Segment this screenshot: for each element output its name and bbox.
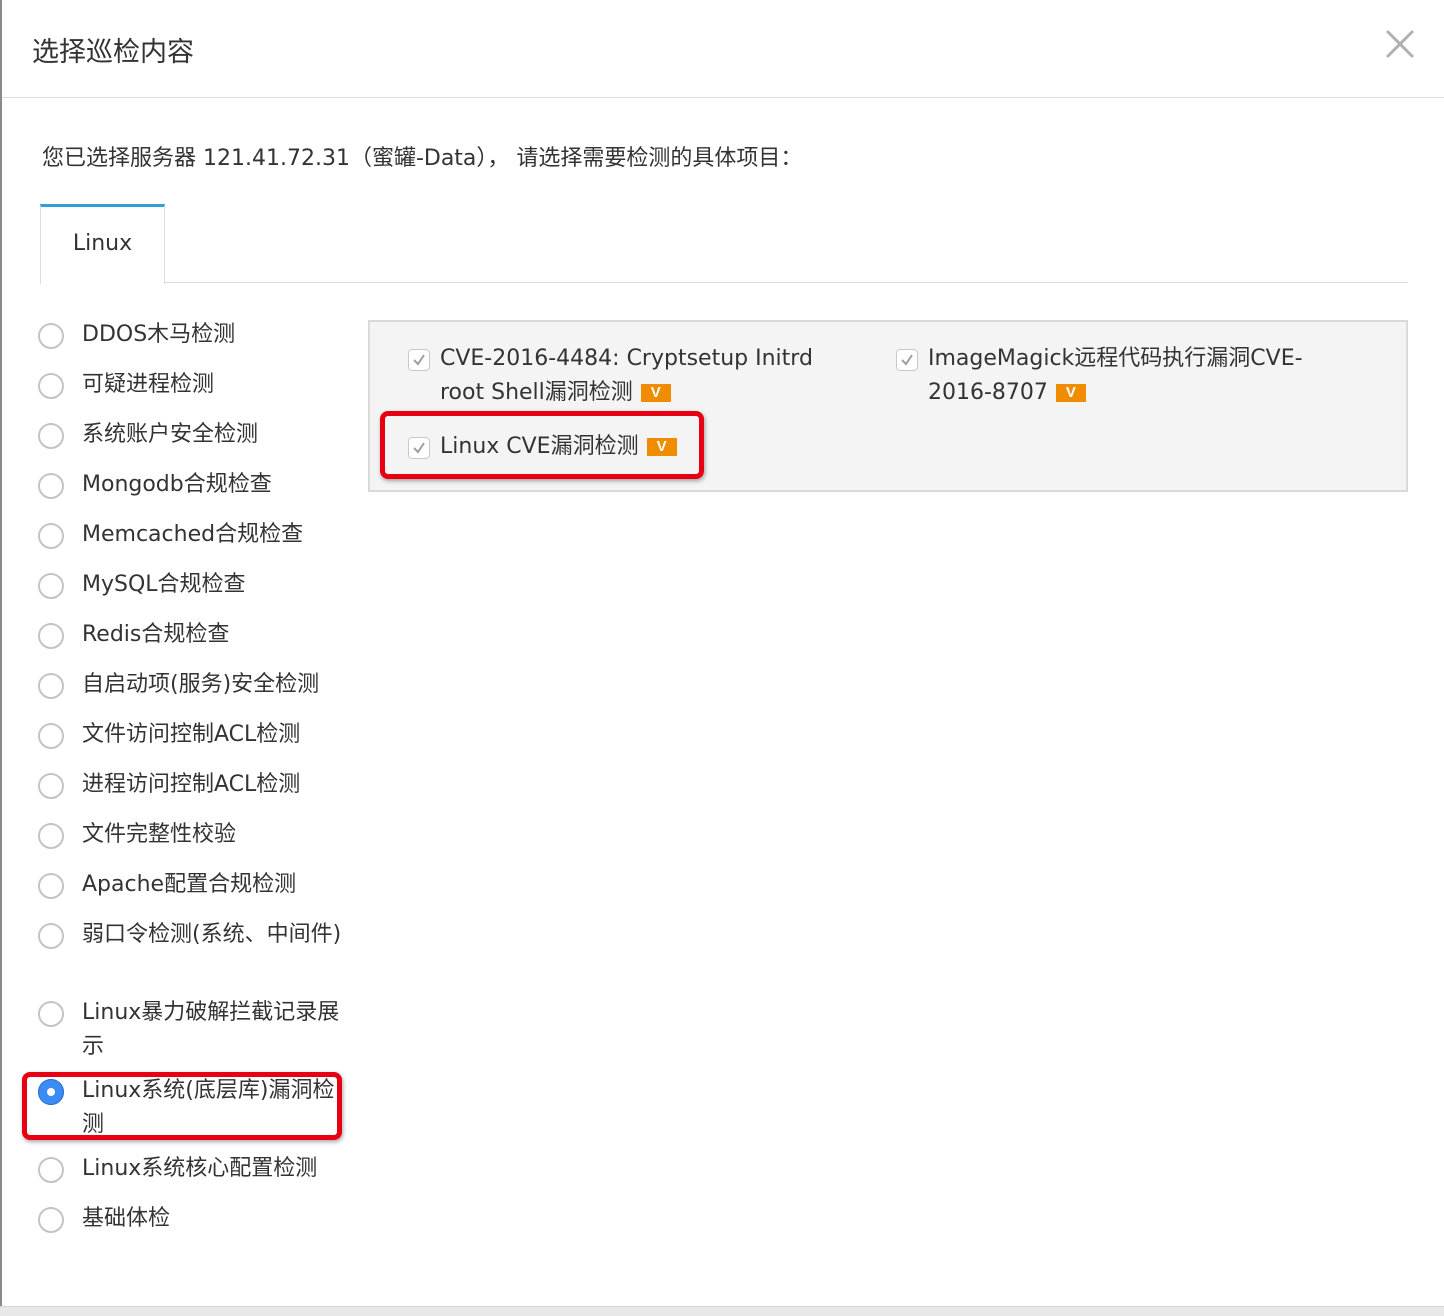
radio-startup-items[interactable]: 自启动项(服务)安全检测 — [38, 668, 342, 702]
checkbox-checked-icon[interactable] — [896, 349, 918, 371]
radio-linux-library-vuln[interactable]: Linux系统(底层库)漏洞检测 — [38, 1074, 342, 1142]
radio-label: Memcached合规检查 — [82, 522, 304, 547]
radio-memcached[interactable]: Memcached合规检查 — [38, 518, 342, 552]
dialog-description: 您已选择服务器 121.41.72.31（蜜罐-Data）， 请选择需要检测的具… — [42, 146, 803, 171]
radio-button-icon[interactable] — [38, 923, 64, 949]
checkbox-checked-icon[interactable] — [408, 349, 430, 371]
check-item-linux-cve[interactable]: Linux CVE漏洞检测 V — [408, 430, 848, 464]
check-item-label: ImageMagick远程代码执行漏洞CVE-2016-8707 V — [928, 342, 1336, 410]
radio-button-icon[interactable] — [38, 473, 64, 499]
radio-button-icon[interactable] — [38, 1207, 64, 1233]
radio-button-icon[interactable] — [38, 323, 64, 349]
radio-file-acl[interactable]: 文件访问控制ACL检测 — [38, 718, 342, 752]
radio-label: 进程访问控制ACL检测 — [82, 772, 301, 797]
radio-button-icon[interactable] — [38, 373, 64, 399]
radio-label: DDOS木马检测 — [82, 322, 236, 347]
radio-button-icon[interactable] — [38, 623, 64, 649]
radio-label: Redis合规检查 — [82, 622, 230, 647]
radio-button-icon[interactable] — [38, 573, 64, 599]
radio-label: 文件完整性校验 — [82, 822, 237, 847]
radio-apache[interactable]: Apache配置合规检测 — [38, 868, 342, 902]
vip-badge: V — [1055, 384, 1086, 402]
radio-linux-core-config[interactable]: Linux系统核心配置检测 — [38, 1152, 342, 1186]
radio-button-checked-icon[interactable] — [38, 1079, 64, 1105]
check-item-text: CVE-2016-4484: Cryptsetup Initrd root Sh… — [440, 346, 813, 405]
radio-account-security[interactable]: 系统账户安全检测 — [38, 418, 342, 452]
window-left-edge — [0, 0, 2, 1316]
dialog-title: 选择巡检内容 — [32, 37, 194, 68]
check-item-label: Linux CVE漏洞检测 V — [440, 430, 677, 464]
vip-badge: V — [640, 384, 671, 402]
radio-label: Linux系统核心配置检测 — [82, 1156, 318, 1181]
radio-label: 自启动项(服务)安全检测 — [82, 672, 320, 697]
check-item-imagemagick[interactable]: ImageMagick远程代码执行漏洞CVE-2016-8707 V — [896, 342, 1336, 410]
radio-button-icon[interactable] — [38, 523, 64, 549]
radio-label: 系统账户安全检测 — [82, 422, 259, 447]
radio-redis[interactable]: Redis合规检查 — [38, 618, 342, 652]
vip-badge: V — [646, 438, 677, 456]
radio-button-icon[interactable] — [38, 423, 64, 449]
dialog-footer-edge — [0, 1306, 1444, 1316]
radio-label: Apache配置合规检测 — [82, 872, 297, 897]
radio-brute-force[interactable]: Linux暴力破解拦截记录展示 — [38, 996, 342, 1064]
radio-label: Linux系统(底层库)漏洞检测 — [82, 1078, 335, 1137]
checkbox-checked-icon[interactable] — [408, 437, 430, 459]
radio-button-icon[interactable] — [38, 1157, 64, 1183]
radio-button-icon[interactable] — [38, 873, 64, 899]
radio-label: MySQL合规检查 — [82, 572, 246, 597]
tab-bar-divider — [40, 282, 1408, 283]
radio-button-icon[interactable] — [38, 823, 64, 849]
dialog-header: 选择巡检内容 — [2, 0, 1444, 98]
radio-suspicious-process[interactable]: 可疑进程检测 — [38, 368, 342, 402]
radio-label: Mongodb合规检查 — [82, 472, 272, 497]
check-item-text: Linux CVE漏洞检测 — [440, 434, 639, 459]
radio-weak-password[interactable]: 弱口令检测(系统、中间件) — [38, 918, 342, 952]
radio-basic-checkup[interactable]: 基础体检 — [38, 1202, 342, 1236]
check-item-cve-2016-4484[interactable]: CVE-2016-4484: Cryptsetup Initrd root Sh… — [408, 342, 848, 410]
check-item-text: ImageMagick远程代码执行漏洞CVE-2016-8707 — [928, 346, 1303, 405]
radio-label: Linux暴力破解拦截记录展示 — [82, 1000, 340, 1059]
check-item-label: CVE-2016-4484: Cryptsetup Initrd root Sh… — [440, 342, 848, 410]
radio-process-acl[interactable]: 进程访问控制ACL检测 — [38, 768, 342, 802]
radio-mongodb[interactable]: Mongodb合规检查 — [38, 468, 342, 502]
radio-button-icon[interactable] — [38, 773, 64, 799]
tab-linux[interactable]: Linux — [40, 204, 165, 284]
radio-button-icon[interactable] — [38, 673, 64, 699]
check-items-panel: CVE-2016-4484: Cryptsetup Initrd root Sh… — [368, 320, 1408, 492]
radio-button-icon[interactable] — [38, 723, 64, 749]
radio-label: 弱口令检测(系统、中间件) — [82, 922, 342, 947]
radio-file-integrity[interactable]: 文件完整性校验 — [38, 818, 342, 852]
radio-label: 可疑进程检测 — [82, 372, 215, 397]
close-icon[interactable] — [1382, 26, 1418, 62]
radio-mysql[interactable]: MySQL合规检查 — [38, 568, 342, 602]
radio-label: 基础体检 — [82, 1206, 171, 1231]
radio-label: 文件访问控制ACL检测 — [82, 722, 301, 747]
radio-button-icon[interactable] — [38, 1001, 64, 1027]
radio-ddos[interactable]: DDOS木马检测 — [38, 318, 342, 352]
